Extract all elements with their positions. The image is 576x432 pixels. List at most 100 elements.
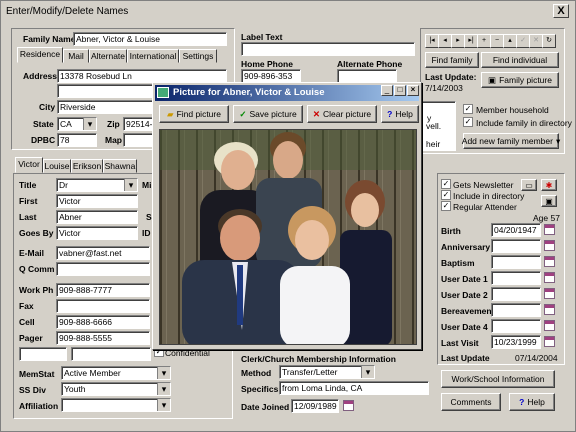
ssdiv-select[interactable]: Youth [61, 382, 171, 396]
find-picture-button[interactable]: ▰ Find picture [159, 105, 229, 123]
email-input[interactable]: vabner@fast.net [56, 246, 150, 260]
cell-input[interactable]: 909-888-6666 [56, 315, 150, 329]
pager-input[interactable]: 909-888-5555 [56, 331, 150, 345]
anniversary-label: Anniversary [441, 242, 491, 252]
merge-icon-button[interactable]: ✱ [541, 179, 557, 191]
extra-phone-input[interactable] [71, 347, 151, 361]
picture-help-button[interactable]: ? Help [381, 105, 419, 123]
user-date-1-input[interactable] [491, 271, 541, 285]
bereavement-input[interactable] [491, 303, 541, 317]
edit-record-button[interactable]: ▴ [503, 34, 517, 48]
merge-icon: ✱ [545, 180, 553, 190]
user-date-1-calendar-icon[interactable] [544, 272, 555, 283]
prev-record-button[interactable]: ◂ [438, 34, 452, 48]
post-record-button[interactable]: ✓ [516, 34, 530, 48]
help-button[interactable]: ? Help [509, 393, 555, 411]
suffix-label: S [146, 212, 152, 222]
record-navigator: |◂ ◂ ▸ ▸| + − ▴ ✓ ✕ ↻ [425, 34, 561, 48]
work-phone-input[interactable]: 909-888-7777 [56, 283, 150, 297]
family-picture-button[interactable]: ▣ Family picture [481, 72, 559, 88]
user-date-2-calendar-icon[interactable] [544, 288, 555, 299]
memstat-select[interactable]: Active Member [61, 366, 171, 380]
tab-settings[interactable]: Settings [179, 49, 217, 63]
address-input[interactable]: 13378 Rosebud Ln [57, 69, 227, 83]
home-phone-input[interactable]: 909-896-353 [241, 69, 301, 83]
last-input[interactable]: Abner [56, 210, 138, 224]
title-select[interactable]: Dr [56, 178, 138, 192]
include-family-checkbox[interactable]: ✓ [463, 117, 473, 127]
alternate-phone-input[interactable] [337, 69, 397, 83]
state-select[interactable]: CA [57, 117, 97, 131]
date-joined-input[interactable]: 12/09/1989 [291, 399, 339, 413]
tab-shawna[interactable]: Shawna [103, 159, 137, 173]
affiliation-select[interactable] [61, 398, 171, 412]
user-date-4-calendar-icon[interactable] [544, 320, 555, 331]
cancel-record-button[interactable]: ✕ [529, 34, 543, 48]
last-visit-calendar-icon[interactable] [544, 336, 555, 347]
regular-attender-checkbox[interactable]: ✓ [441, 201, 451, 211]
save-picture-button[interactable]: ✓ Save picture [233, 105, 303, 123]
goes-by-input[interactable]: Victor [56, 226, 138, 240]
tab-international[interactable]: International [127, 49, 179, 63]
tab-louise[interactable]: Louise [43, 159, 71, 173]
work-school-button[interactable]: Work/School Information [441, 370, 555, 388]
chevron-down-icon: ▾ [555, 135, 561, 146]
help-icon: ? [519, 397, 525, 407]
label-text-input[interactable] [241, 42, 415, 56]
find-individual-button[interactable]: Find individual [481, 52, 559, 68]
gets-newsletter-checkbox[interactable]: ✓ [441, 179, 451, 189]
fax-label: Fax [19, 301, 34, 311]
include-directory-checkbox[interactable]: ✓ [441, 190, 451, 200]
find-family-button[interactable]: Find family [425, 52, 479, 68]
anniversary-input[interactable] [491, 239, 541, 253]
birth-input[interactable]: 04/20/1947 [491, 223, 541, 237]
baptism-input[interactable] [491, 255, 541, 269]
delete-record-button[interactable]: − [490, 34, 504, 48]
last-record-button[interactable]: ▸| [464, 34, 478, 48]
calendar-icon[interactable] [343, 400, 354, 411]
zip-input[interactable]: 92514-4 [123, 117, 153, 131]
notes-fragment-3: heir [426, 139, 441, 149]
user-date-4-input[interactable] [491, 319, 541, 333]
extra-phone-label-input[interactable] [19, 347, 67, 361]
method-select[interactable]: Transfer/Letter [279, 365, 375, 379]
first-input[interactable]: Victor [56, 194, 138, 208]
state-label: State [33, 119, 54, 129]
picture-help-label: Help [395, 109, 413, 119]
minimize-button[interactable]: _ [381, 85, 393, 96]
tab-residence[interactable]: Residence [17, 47, 63, 63]
anniversary-calendar-icon[interactable] [544, 240, 555, 251]
tab-mail[interactable]: Mail [63, 49, 89, 63]
method-label: Method [241, 368, 272, 378]
refresh-record-button[interactable]: ↻ [542, 34, 556, 48]
close-button[interactable]: X [553, 4, 569, 18]
picture-dialog: Picture for Abner, Victor & Louise _ □ ×… [152, 82, 422, 350]
clear-picture-button[interactable]: ✕ Clear picture [307, 105, 377, 123]
help-label: Help [527, 397, 545, 407]
qcomm-input[interactable] [56, 262, 150, 276]
tab-alternate[interactable]: Alternate [89, 49, 127, 63]
add-family-member-button[interactable]: Add new family member ▾ [462, 133, 561, 149]
member-household-checkbox[interactable]: ✓ [463, 104, 473, 114]
user-date-2-input[interactable] [491, 287, 541, 301]
fax-input[interactable] [56, 299, 150, 313]
baptism-calendar-icon[interactable] [544, 256, 555, 267]
add-record-button[interactable]: + [477, 34, 491, 48]
specifics-input[interactable]: from Loma Linda, CA [279, 381, 429, 395]
last-visit-label: Last Visit [441, 338, 479, 348]
birth-calendar-icon[interactable] [544, 224, 555, 235]
family-name-input[interactable]: Abner, Victor & Louise [73, 32, 227, 46]
photo-icon-button[interactable]: ▭ [521, 179, 537, 191]
tab-victor[interactable]: Victor [15, 157, 43, 173]
tab-erikson[interactable]: Erikson [71, 159, 103, 173]
dpbc-input[interactable]: 78 [57, 133, 97, 147]
bereavement-calendar-icon[interactable] [544, 304, 555, 315]
maximize-button[interactable]: □ [394, 85, 406, 96]
first-record-button[interactable]: |◂ [425, 34, 439, 48]
dialog-close-button[interactable]: × [407, 85, 419, 96]
map-input[interactable] [123, 133, 153, 147]
next-record-button[interactable]: ▸ [451, 34, 465, 48]
last-visit-input[interactable]: 10/23/1999 [491, 335, 541, 349]
camera-icon-button[interactable]: ▣ [541, 195, 557, 207]
comments-button[interactable]: Comments [441, 393, 501, 411]
